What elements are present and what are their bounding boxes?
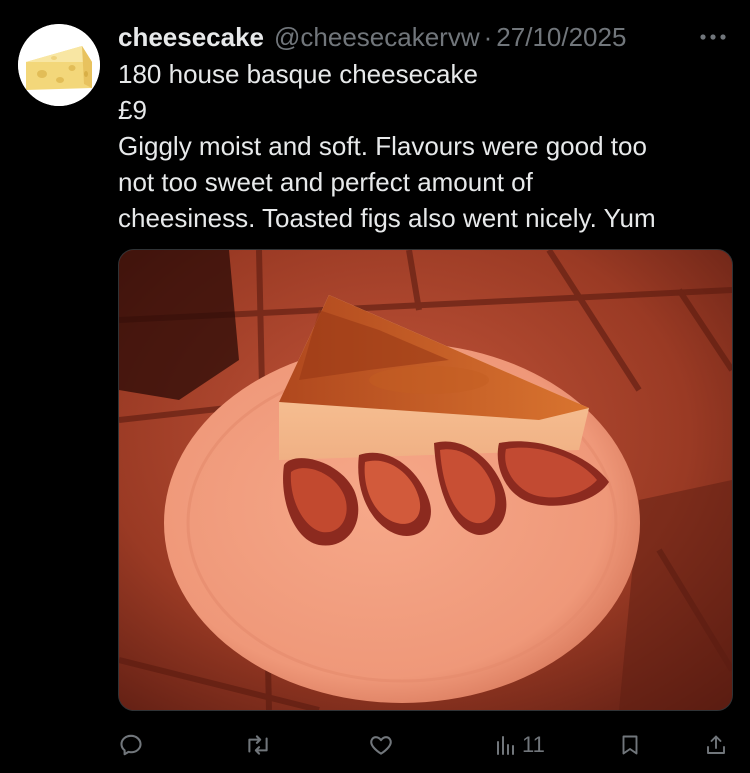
cheesecake-photo xyxy=(119,250,732,710)
reply-icon xyxy=(120,734,142,756)
tweet-text-line: not too sweet and perfect amount of xyxy=(118,167,533,197)
views-chart-icon xyxy=(497,736,514,755)
more-button[interactable] xyxy=(694,20,732,54)
views-button[interactable]: 11 xyxy=(494,728,545,762)
tweet-photo[interactable] xyxy=(118,249,733,711)
tweet-text-line: Giggly moist and soft. Flavours were goo… xyxy=(118,131,647,161)
reply-button[interactable] xyxy=(118,728,144,762)
retweet-icon xyxy=(248,735,268,755)
author-handle[interactable]: @cheesecakervw xyxy=(274,20,480,54)
tweet-text-line: £9 xyxy=(118,95,147,125)
views-count: 11 xyxy=(522,732,545,757)
tweet-date[interactable]: 27/10/2025 xyxy=(496,20,626,54)
tweet-text-line: 180 house basque cheesecake xyxy=(118,59,478,89)
bookmark-button[interactable] xyxy=(618,728,642,762)
more-horizontal-icon xyxy=(700,34,726,40)
like-button[interactable] xyxy=(368,728,394,762)
tweet-actions: 11 xyxy=(118,728,733,762)
header-separator: · xyxy=(483,22,493,52)
bookmark-icon xyxy=(622,735,638,755)
share-icon xyxy=(707,735,725,754)
heart-icon xyxy=(370,736,392,755)
cheese-wedge-icon xyxy=(18,24,100,106)
author-display-name[interactable]: cheesecake xyxy=(118,20,264,54)
tweet-header: cheesecake @cheesecakervw · 27/10/2025 xyxy=(118,20,732,54)
tweet-text: 180 house basque cheesecake £9 Giggly mo… xyxy=(118,56,733,236)
share-button[interactable] xyxy=(704,728,728,762)
tweet-text-line: cheesiness. Toasted figs also went nicel… xyxy=(118,203,656,233)
retweet-button[interactable] xyxy=(244,728,272,762)
tweet[interactable]: cheesecake @cheesecakervw · 27/10/2025 1… xyxy=(0,0,750,773)
avatar[interactable] xyxy=(18,24,100,106)
